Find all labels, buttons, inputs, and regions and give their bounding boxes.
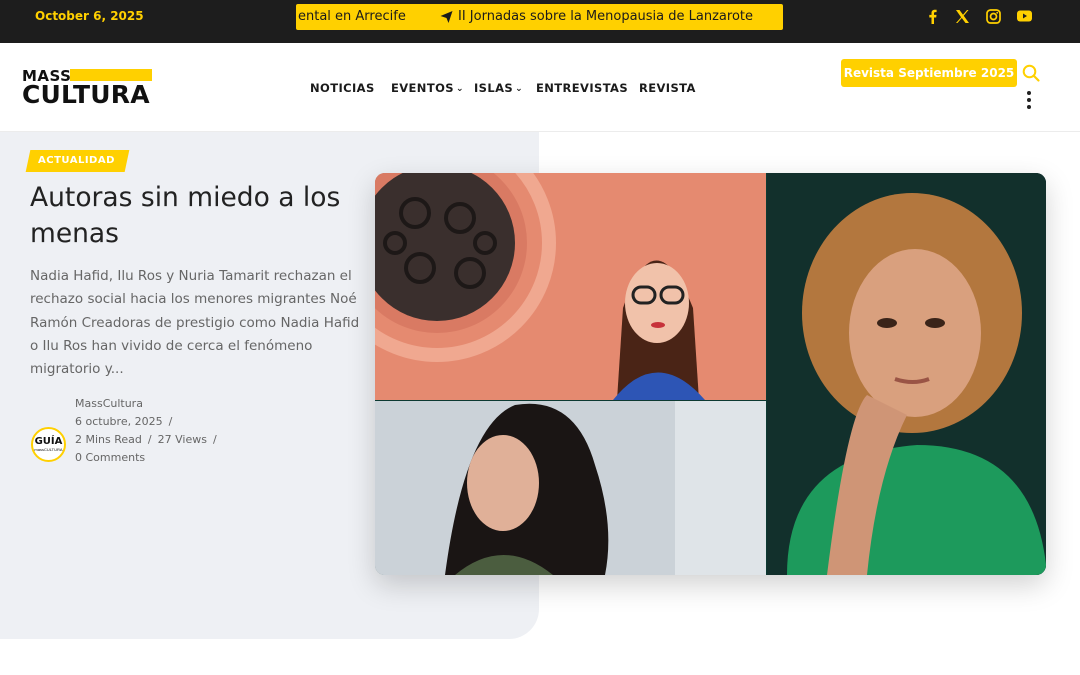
nav-item-noticias[interactable]: NOTICIAS <box>310 81 375 95</box>
avatar-text: GUÍA <box>34 436 63 447</box>
revista-button[interactable]: Revista Septiembre 2025 <box>841 59 1017 87</box>
search-icon[interactable] <box>1021 63 1041 83</box>
news-ticker[interactable]: ental en Arrecife II Jornadas sobre la M… <box>296 4 783 30</box>
more-options-icon[interactable] <box>1026 91 1032 109</box>
chevron-down-icon: ⌄ <box>515 84 524 94</box>
category-tag[interactable]: ACTUALIDAD <box>25 150 130 172</box>
instagram-icon[interactable] <box>984 7 1002 25</box>
nav-item-eventos[interactable]: EVENTOS ⌄ <box>391 81 464 95</box>
logo-text-bottom: CULTURA <box>22 80 150 109</box>
site-header: MASS CULTURA NOTICIAS EVENTOS ⌄ ISLAS ⌄ EN… <box>0 43 1080 132</box>
article-excerpt: Nadia Hafid, Ilu Ros y Nuria Tamarit rec… <box>30 268 360 378</box>
top-bar: October 6, 2025 ental en Arrecife II Jor… <box>0 0 1080 43</box>
photo-woman-glasses <box>375 173 766 400</box>
nav-item-entrevistas[interactable]: ENTREVISTAS <box>536 81 628 95</box>
view-count: 27 Views <box>157 433 207 446</box>
nav-label: NOTICIAS <box>310 81 375 95</box>
nav-label: ENTREVISTAS <box>536 81 629 95</box>
ticker-item[interactable]: ental en Arrecife <box>298 9 406 24</box>
chevron-down-icon: ⌄ <box>455 84 464 94</box>
youtube-icon[interactable] <box>1015 7 1033 25</box>
photo-woman-long-hair <box>375 401 766 575</box>
nav-label: REVISTA <box>639 81 696 95</box>
nav-item-islas[interactable]: ISLAS ⌄ <box>474 81 523 95</box>
nav-label: ISLAS <box>474 81 514 95</box>
nav-item-revista[interactable]: REVISTA <box>639 81 696 95</box>
facebook-icon[interactable] <box>923 7 941 25</box>
site-logo[interactable]: MASS CULTURA <box>22 67 154 109</box>
category-label: ACTUALIDAD <box>38 155 115 166</box>
photo-woman-green-top <box>767 173 1046 575</box>
post-date-row: 6 octubre, 2025/ <box>75 415 173 428</box>
author-avatar[interactable]: GUÍA massCULTURA <box>31 427 66 462</box>
post-date: 6 octubre, 2025 <box>75 415 163 428</box>
comment-count[interactable]: 0 Comments <box>75 451 145 464</box>
send-icon <box>440 11 453 23</box>
article-title[interactable]: Autoras sin miedo a los menas <box>30 180 360 252</box>
nav-label: EVENTOS <box>391 81 454 95</box>
author-name[interactable]: MassCultura <box>75 397 143 410</box>
current-date: October 6, 2025 <box>35 9 144 23</box>
article-featured-image[interactable] <box>375 173 1046 575</box>
ticker-item[interactable]: II Jornadas sobre la Menopausia de Lanza… <box>458 9 753 24</box>
x-icon[interactable] <box>953 7 971 25</box>
post-stats-row: 2 Mins Read/27 Views / <box>75 433 217 446</box>
avatar-subtext: massCULTURA <box>34 447 63 452</box>
read-time: 2 Mins Read <box>75 433 142 446</box>
